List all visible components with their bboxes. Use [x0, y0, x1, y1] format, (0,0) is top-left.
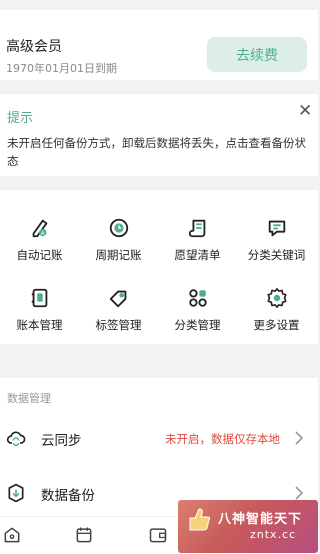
chevron-right-icon: [295, 486, 304, 500]
feature-tag-management[interactable]: 标签管理: [79, 287, 158, 347]
tag-icon: [109, 290, 126, 308]
feature-ledger-management[interactable]: 账本管理: [0, 287, 79, 347]
renew-button[interactable]: 去续费: [207, 37, 307, 72]
tip-title: 提示: [7, 111, 34, 126]
backup-tip-card[interactable]: 提示 ✕ 未开启任何备份方式，卸载后数据将丢失，点击查看备份状态: [0, 94, 318, 176]
chat-bubble-icon: [268, 220, 285, 237]
grid-icon: [188, 289, 207, 307]
svg-text:A: A: [40, 231, 44, 237]
section-title: 数据管理: [7, 392, 51, 405]
feature-periodic-bookkeeping[interactable]: 周期记账: [79, 217, 158, 277]
ledger-icon: [31, 288, 47, 308]
membership-card: 高级会员 1970年01月01日到期 去续费: [0, 10, 318, 80]
feature-grid: A 自动记账 周期记账 愿望清单 分类关键词 账本管理 标签管理 分类管理 更多…: [0, 190, 318, 344]
watermark-url: zntx.cc: [250, 528, 297, 541]
tip-message[interactable]: 未开启任何备份方式，卸载后数据将丢失，点击查看备份状态: [7, 134, 309, 170]
pen-icon: A: [32, 219, 47, 238]
chevron-right-icon: [295, 431, 304, 445]
feature-auto-bookkeeping[interactable]: A 自动记账: [0, 217, 79, 277]
home-icon[interactable]: [2, 525, 22, 545]
row-label: 数据备份: [41, 488, 95, 504]
membership-title: 高级会员: [6, 39, 62, 55]
feature-category-management[interactable]: 分类管理: [158, 287, 237, 347]
feature-label: 分类管理: [174, 318, 221, 332]
cloud-sync-icon: [6, 431, 26, 447]
clock-icon: [109, 218, 128, 238]
calendar-icon[interactable]: [74, 525, 94, 545]
feature-wish-list[interactable]: 愿望清单: [158, 217, 237, 277]
watermark-title: 八神智能天下: [218, 512, 303, 527]
sync-status-text: 未开启，数据仅存本地: [165, 432, 280, 446]
feature-label: 周期记账: [95, 248, 142, 262]
wallet-icon[interactable]: [148, 525, 168, 545]
close-icon[interactable]: ✕: [298, 103, 312, 120]
feature-label: 更多设置: [253, 318, 300, 332]
thumbs-up-logo-icon: [189, 508, 211, 531]
feature-more-settings[interactable]: 更多设置: [237, 287, 316, 347]
feature-category-keywords[interactable]: 分类关键词: [237, 217, 316, 277]
feature-label: 愿望清单: [174, 248, 221, 262]
feature-label: 分类关键词: [247, 248, 306, 262]
backup-icon: [8, 483, 24, 503]
feature-label: 自动记账: [16, 248, 63, 262]
membership-expiry: 1970年01月01日到期: [6, 62, 117, 75]
gear-icon: [266, 288, 287, 308]
watermark: 八神智能天下 zntx.cc: [178, 500, 318, 553]
feature-label: 标签管理: [95, 318, 142, 332]
cloud-sync-row[interactable]: 云同步 未开启，数据仅存本地: [0, 418, 318, 458]
feature-label: 账本管理: [16, 318, 63, 332]
row-label: 云同步: [41, 433, 82, 449]
scroll-icon: [188, 219, 205, 238]
